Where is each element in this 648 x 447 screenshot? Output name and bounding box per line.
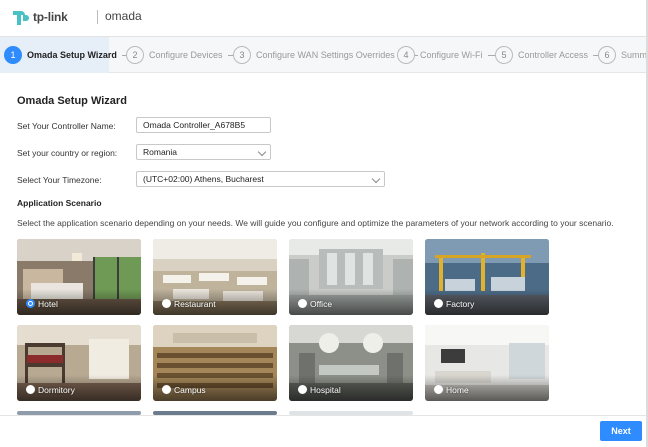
- radio-icon: [434, 385, 443, 394]
- chevron-down-icon: [257, 147, 267, 157]
- radio-icon: [298, 385, 307, 394]
- country-label: Set your country or region:: [17, 148, 118, 158]
- tile-shade: [17, 289, 141, 315]
- tile-shade: [425, 289, 549, 315]
- step-controller-access: 5 Controller Access: [495, 45, 612, 65]
- timezone-label: Select Your Timezone:: [17, 175, 102, 185]
- controller-name-label: Set Your Controller Name:: [17, 121, 116, 131]
- radio-icon: [434, 299, 443, 308]
- tile-label: Dormitory: [38, 385, 75, 395]
- tile-label: Factory: [446, 299, 475, 309]
- country-value: Romania: [143, 147, 178, 157]
- step-label: Controller Access: [518, 50, 589, 60]
- step-number: 4: [397, 46, 415, 64]
- radio-icon: [298, 299, 307, 308]
- tile-label: Home: [446, 385, 469, 395]
- timezone-select[interactable]: (UTC+02:00) Athens, Bucharest: [136, 171, 385, 187]
- tplink-logo-icon: [13, 11, 29, 25]
- step-label: Configure WAN Settings Overrides: [256, 50, 395, 60]
- tplink-logo-text: tp-link: [33, 10, 68, 24]
- step-label: Omada Setup Wizard: [27, 50, 117, 60]
- timezone-value: (UTC+02:00) Athens, Bucharest: [143, 174, 264, 184]
- step-number: 2: [126, 46, 144, 64]
- logo-divider: [97, 10, 98, 24]
- country-select[interactable]: Romania: [136, 144, 271, 160]
- step-number: 6: [598, 46, 616, 64]
- step-label: Configure Devices: [149, 50, 223, 60]
- step-number: 1: [4, 46, 22, 64]
- step-configure-wan: 3 Configure WAN Settings Overrides: [233, 45, 418, 65]
- scenario-hospital[interactable]: Hospital: [289, 325, 413, 401]
- page-title: Omada Setup Wizard: [17, 95, 127, 107]
- step-number: 3: [233, 46, 251, 64]
- controller-name-input[interactable]: Omada Controller_A678B5: [136, 117, 271, 133]
- step-label: Configure Wi-Fi: [420, 50, 483, 60]
- radio-icon: [162, 385, 171, 394]
- scenario-office[interactable]: Office: [289, 239, 413, 315]
- tile-label: Office: [310, 299, 333, 309]
- step-summary: 6 Summa: [598, 45, 648, 65]
- tile-label: Restaurant: [174, 299, 216, 309]
- tile-label: Hospital: [310, 385, 341, 395]
- scenario-hotel[interactable]: Hotel: [17, 239, 141, 315]
- scenario-factory[interactable]: Factory: [425, 239, 549, 315]
- radio-icon: [162, 299, 171, 308]
- tile-shade: [153, 375, 277, 401]
- tile-shade: [289, 375, 413, 401]
- chevron-down-icon: [371, 174, 381, 184]
- step-number: 5: [495, 46, 513, 64]
- scenario-restaurant[interactable]: Restaurant: [153, 239, 277, 315]
- radio-icon: [26, 385, 35, 394]
- scenario-home[interactable]: Home: [425, 325, 549, 401]
- scenario-campus[interactable]: Campus: [153, 325, 277, 401]
- radio-icon: [26, 299, 35, 308]
- step-configure-devices: 2 Configure Devices: [126, 45, 246, 65]
- tile-label: Campus: [174, 385, 206, 395]
- scenario-description: Select the application scenario dependin…: [17, 218, 614, 228]
- omada-logo-text: omada: [105, 9, 142, 23]
- tile-shade: [425, 375, 549, 401]
- step-label: Summa: [621, 50, 648, 60]
- tile-label: Hotel: [38, 299, 58, 309]
- tile-shade: [289, 289, 413, 315]
- scenario-dormitory[interactable]: Dormitory: [17, 325, 141, 401]
- wizard-footer: [0, 415, 648, 447]
- app-header: tp-link omada: [0, 0, 648, 37]
- tile-shade: [17, 375, 141, 401]
- step-omada-setup-wizard: 1 Omada Setup Wizard: [4, 45, 140, 65]
- step-configure-wifi: 4 Configure Wi-Fi: [397, 45, 506, 65]
- next-button[interactable]: Next: [600, 421, 642, 441]
- controller-name-value: Omada Controller_A678B5: [143, 120, 246, 130]
- scenario-section-title: Application Scenario: [17, 198, 102, 208]
